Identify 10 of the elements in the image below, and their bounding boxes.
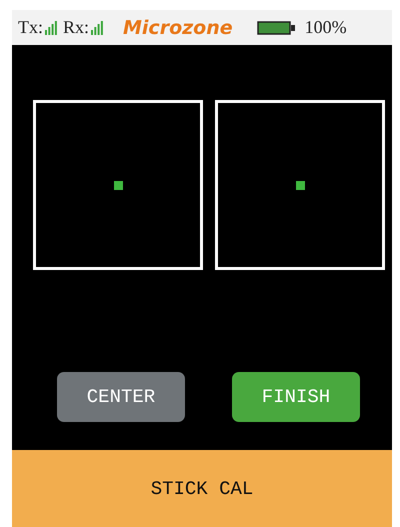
brand-logo: Microzone xyxy=(123,16,233,38)
calibration-button[interactable]: FINISH xyxy=(232,372,360,422)
screen-title: STICK CAL xyxy=(150,478,254,500)
battery-icon xyxy=(256,20,295,34)
calibration-button[interactable]: CENTER xyxy=(57,372,185,422)
signal-icon xyxy=(91,20,104,34)
tx-label: Tx: xyxy=(18,17,43,38)
rx-label: Rx: xyxy=(63,17,90,38)
battery-percent: 100% xyxy=(304,17,347,38)
signal-icon xyxy=(45,20,57,34)
